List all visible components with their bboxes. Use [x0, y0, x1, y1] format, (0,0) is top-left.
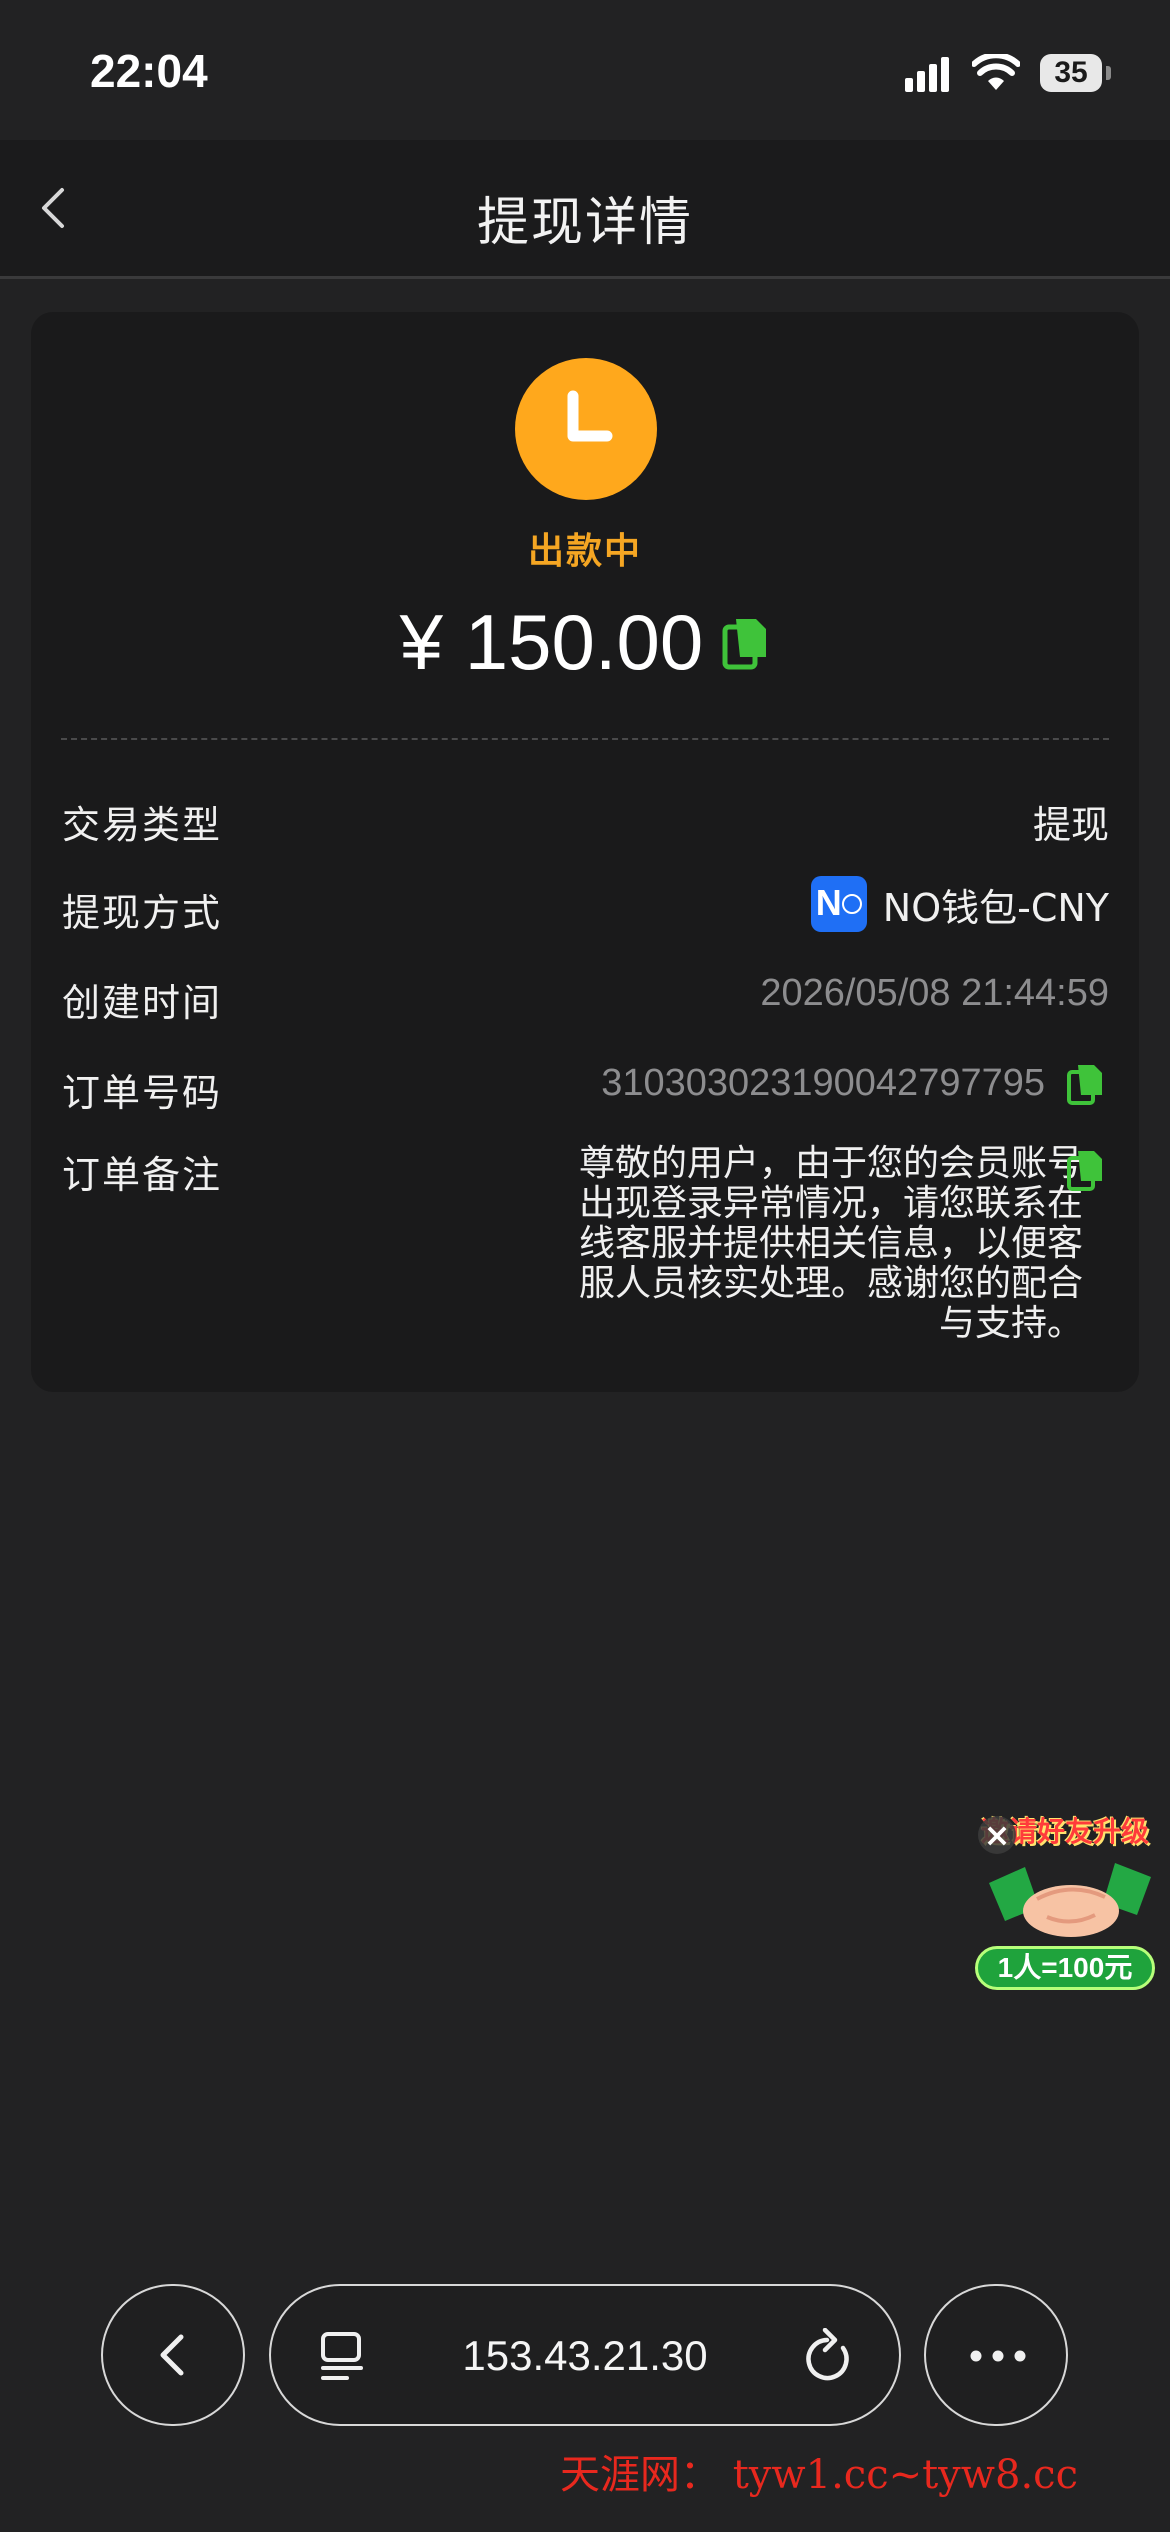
more-options-button[interactable] — [924, 2284, 1068, 2426]
invite-promo-widget[interactable]: 邀请好友升级 × 1人=100元 — [975, 1810, 1165, 2000]
copy-order-number-icon[interactable] — [1067, 1062, 1105, 1106]
page-title: 提现详情 — [476, 193, 693, 253]
dashed-divider — [61, 738, 1109, 740]
promo-reward-badge: 1人=100元 — [975, 1946, 1155, 1990]
reload-icon[interactable] — [801, 2328, 857, 2386]
battery-icon: 35 — [1040, 54, 1102, 92]
status-label: 出款中 — [527, 531, 642, 572]
copy-remark-icon[interactable] — [1067, 1148, 1105, 1192]
cellular-signal-icon — [905, 57, 949, 92]
browser-back-button[interactable] — [101, 2284, 245, 2426]
no-wallet-icon: N — [810, 876, 867, 932]
chevron-left-icon — [160, 2334, 184, 2376]
remark-line: 线客服并提供相关信息，以便客 — [578, 1223, 1083, 1264]
nav-bar: 提现详情 — [0, 140, 1170, 279]
created-label: 创建时间 — [62, 981, 223, 1025]
watermark-text: 天涯网： tyw1.cc~tyw8.cc — [560, 2452, 1078, 2498]
remark-line: 尊敬的用户，由于您的会员账号 — [578, 1143, 1083, 1184]
wifi-icon — [972, 54, 1020, 90]
remark-line: 服人员核实处理。感谢您的配合 — [578, 1263, 1083, 1304]
order-number-value: 310303023190042797795 — [601, 1062, 1045, 1104]
address-bar[interactable]: 153.43.21.30 — [269, 2284, 901, 2426]
close-icon[interactable]: × — [978, 1816, 1016, 1854]
remark-text: 尊敬的用户，由于您的会员账号 出现登录异常情况，请您联系在 线客服并提供相关信息… — [461, 1144, 1083, 1344]
remark-line: 与支持。 — [938, 1303, 1083, 1344]
withdrawal-detail-card: 出款中 ¥ 150.00 交易类型 提现 提现方式 N NO钱包-CNY 创建时… — [31, 312, 1139, 1392]
battery-cap — [1106, 66, 1111, 80]
copy-amount-icon[interactable] — [722, 615, 770, 671]
amount-value: ¥ 150.00 — [399, 598, 704, 686]
amount-row: ¥ 150.00 — [31, 597, 1139, 697]
ellipsis-icon — [970, 2350, 1026, 2362]
method-value: N NO钱包-CNY — [810, 876, 1109, 932]
remark-label: 订单备注 — [62, 1153, 223, 1197]
order-label: 订单号码 — [62, 1071, 223, 1115]
handshake-icon — [989, 1863, 1151, 1937]
method-label: 提现方式 — [62, 891, 223, 935]
status-bar: 22:04 35 — [0, 0, 1170, 140]
type-label: 交易类型 — [62, 803, 223, 847]
remark-line: 出现登录异常情况，请您联系在 — [578, 1183, 1083, 1224]
type-value: 提现 — [1032, 803, 1109, 847]
method-value-text: NO钱包-CNY — [882, 885, 1109, 930]
pending-clock-icon — [515, 358, 657, 500]
clock-time: 22:04 — [90, 45, 208, 97]
created-value: 2026/05/08 21:44:59 — [760, 972, 1109, 1014]
